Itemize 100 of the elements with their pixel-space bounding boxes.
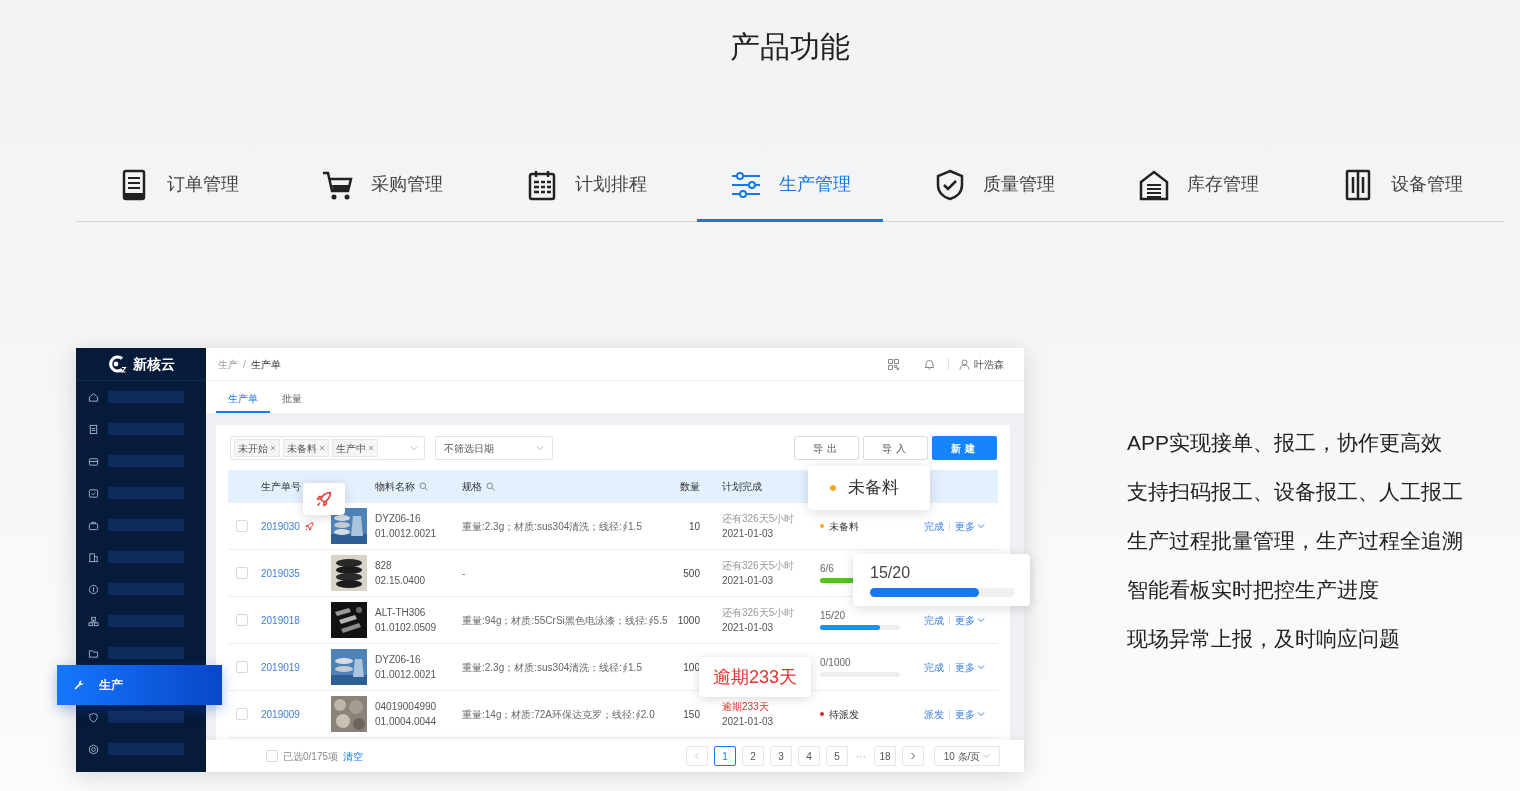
plan-date: 2021-01-03 (722, 715, 775, 729)
progress-reading: 15/20 (820, 610, 846, 621)
bell-icon[interactable] (924, 358, 935, 370)
material-text: 01.0004.0044 (375, 715, 438, 729)
column-header: 数量 (680, 481, 700, 492)
progress-reading: 6/6 (820, 563, 834, 574)
page-button[interactable]: 3 (770, 746, 792, 766)
folder-icon (88, 647, 99, 659)
close-icon[interactable] (368, 445, 374, 451)
close-icon[interactable] (319, 445, 325, 451)
spec-text: 重量:94g；材质:55CrSi黑色电泳漆；线径:∮5.5 (462, 614, 668, 626)
status-select[interactable]: 未开始 未备料 生产中 (230, 436, 425, 460)
logo-icon (107, 354, 129, 374)
tab[interactable]: 批量 (270, 385, 314, 413)
checkbox[interactable] (236, 614, 248, 626)
checkbox[interactable] (236, 708, 248, 720)
page-button[interactable]: 4 (798, 746, 820, 766)
chevron-right-icon (910, 752, 916, 760)
qr-code-icon[interactable] (888, 358, 899, 370)
checkbox[interactable] (236, 520, 248, 532)
plan-date: 2021-01-03 (722, 574, 775, 588)
close-icon[interactable] (270, 445, 276, 451)
action-link[interactable]: 更多 (955, 706, 985, 722)
page-button[interactable]: 18 (874, 746, 896, 766)
plan-remaining: 还有326天5小时 (722, 559, 796, 573)
progress-reading: 0/1000 (820, 657, 851, 668)
quantity-text: 500 (683, 567, 700, 579)
feature-tab[interactable]: 生产管理 (697, 150, 883, 222)
feature-text: 支持扫码报工、设备报工、人工报工 (1127, 479, 1463, 505)
feature-tab[interactable]: 质量管理 (901, 150, 1087, 222)
home-icon (88, 391, 99, 403)
page-title: 产品功能 (730, 29, 850, 65)
filter-tag[interactable]: 未开始 (234, 439, 280, 457)
user-icon[interactable] (959, 358, 970, 370)
plan-remaining: 还有326天5小时 (722, 512, 796, 526)
spec-text: 重量:2.3g；材质:sus304清洗；线径:∮1.5 (462, 661, 642, 673)
quantity-text: 10 (688, 520, 700, 532)
breadcrumb-separator: / (243, 357, 246, 372)
action-link[interactable]: 完成 (924, 518, 944, 534)
page-button[interactable]: 1 (714, 746, 736, 766)
toolbar-button[interactable]: 导入 (863, 436, 928, 460)
checkbox[interactable] (236, 567, 248, 579)
selection-count: 已选0/175项 (283, 749, 339, 764)
action-link[interactable]: 更多 (955, 518, 985, 534)
order-link[interactable]: 2019035 (261, 565, 300, 581)
feature-tab[interactable]: 计划排程 (493, 150, 679, 222)
quantity-text: 150 (683, 708, 700, 720)
plan-remaining: 还有326天5小时 (722, 606, 796, 620)
feature-tab[interactable]: 库存管理 (1105, 150, 1291, 222)
feature-tab[interactable]: 采购管理 (289, 150, 475, 222)
order-link[interactable]: 2019009 (261, 706, 300, 722)
clear-link[interactable]: 清空 (343, 748, 364, 764)
wrench-icon (73, 679, 85, 691)
feature-text: 现场异常上报，及时响应问题 (1127, 626, 1401, 652)
material-text: ALT-TH306 (375, 606, 427, 620)
column-header: 生产单号 (261, 480, 301, 494)
material-text: DYZ06-16 (375, 512, 422, 526)
feature-text: 生产过程批量管理，生产过程全追溯 (1127, 528, 1463, 554)
page-button[interactable]: 5 (826, 746, 848, 766)
search-icon[interactable] (419, 482, 428, 491)
action-link[interactable]: 派发 (924, 706, 944, 722)
order-link[interactable]: 2019030 (261, 518, 300, 534)
order-link[interactable]: 2019019 (261, 659, 300, 675)
box-icon (88, 455, 99, 467)
chevron-down-icon (982, 752, 991, 760)
plan-date: 2021-01-03 (722, 527, 775, 541)
previous-page-button[interactable] (686, 746, 708, 766)
feature-tab[interactable]: 设备管理 (1309, 150, 1495, 222)
action-link[interactable]: 更多 (955, 659, 985, 675)
material-text: 01.0012.0021 (375, 668, 438, 682)
checkbox[interactable] (266, 750, 278, 762)
feature-tab[interactable]: 订单管理 (85, 150, 271, 222)
rocket-icon (316, 491, 332, 507)
search-icon[interactable] (486, 482, 495, 491)
network-icon (88, 615, 99, 627)
action-link[interactable]: 更多 (955, 612, 985, 628)
tab[interactable]: 生产单 (216, 385, 270, 413)
date-select[interactable]: 不筛选日期 (435, 436, 553, 460)
action-link[interactable]: 完成 (924, 659, 944, 675)
status-label: 待派发 (829, 707, 859, 722)
sidebar-item[interactable]: 生产 (57, 665, 222, 705)
bag-icon (88, 519, 99, 531)
action-link[interactable]: 完成 (924, 612, 944, 628)
column-header: 计划完成 (722, 481, 762, 492)
page-button[interactable]: 2 (742, 746, 764, 766)
filter-tag[interactable]: 生产中 (332, 439, 378, 457)
user-name[interactable]: 叶浩森 (974, 356, 1004, 372)
gear-icon (88, 743, 99, 755)
page-size-select[interactable]: 10 条/页 (934, 746, 1000, 766)
filter-tag[interactable]: 未备料 (283, 439, 329, 457)
checkbox-icon (88, 487, 99, 499)
logo-text: 新核云 (133, 354, 175, 374)
order-link[interactable]: 2019018 (261, 612, 300, 628)
material-text: 01.0102.0509 (375, 621, 438, 635)
toolbar-button[interactable]: 导出 (794, 436, 859, 460)
column-header: 规格 (462, 480, 482, 494)
next-page-button[interactable] (902, 746, 924, 766)
checkbox[interactable] (236, 661, 248, 673)
primary-button[interactable]: 新建 (932, 436, 997, 460)
plan-remaining: 逾期233天 (722, 700, 770, 714)
